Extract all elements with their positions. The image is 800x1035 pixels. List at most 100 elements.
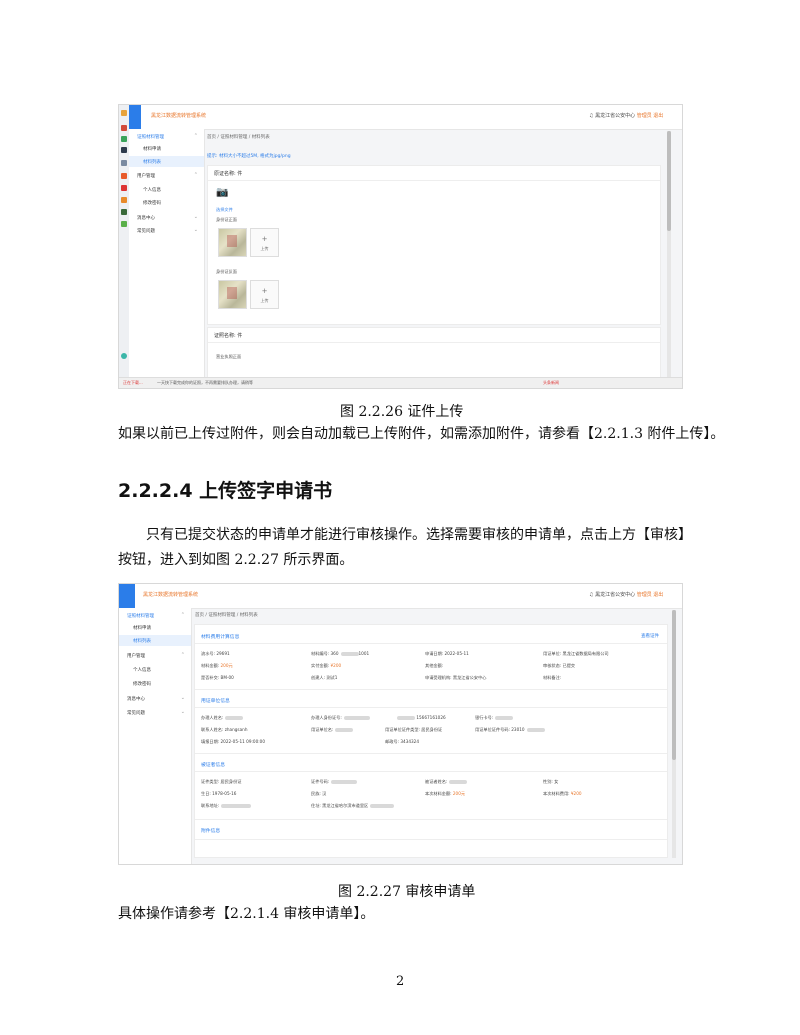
field-unit-id-no: 用证单位证件号码: 23010 xyxy=(475,727,545,733)
screenshot-upload: 黑龙江数据流转管理系统 ♫ 黑龙江省公安中心 管理员 退出 证照材料管理 ⌃ 材料… xyxy=(118,104,683,389)
menu-toggle-icon[interactable] xyxy=(119,584,135,608)
field-serial: 流水号: 29691 xyxy=(201,651,230,656)
card-title: 证照名称: 件 xyxy=(214,333,243,339)
upload-front-button[interactable]: + 上传 xyxy=(250,228,279,257)
nav-group-faq[interactable]: 常见问题 ⌄ xyxy=(129,225,204,236)
top-right-info: ♫ 黑龙江省公安中心 管理员 退出 xyxy=(589,112,663,119)
field-contact-name: 联系人姓名: zhangsanh xyxy=(201,727,248,732)
user-name[interactable]: 管理员 xyxy=(637,592,652,598)
app-icon xyxy=(121,125,127,131)
nav-item-apply[interactable]: 材料申请 xyxy=(129,143,204,154)
nav-group-materials[interactable]: 证照材料管理 ⌃ xyxy=(119,610,191,621)
star-icon xyxy=(121,110,127,116)
nav-group-faq[interactable]: 常见问题 ⌄ xyxy=(119,707,191,718)
id-back-thumbnail[interactable] xyxy=(218,280,247,309)
camera-icon[interactable]: 📷 xyxy=(216,187,228,198)
user-name[interactable]: 管理员 xyxy=(637,113,652,119)
paragraph-1: 如果以前已上传过附件，则会自动加载已上传附件，如需添加附件，请参看【2.2.1.… xyxy=(118,426,725,442)
field-subject-name: 被证者姓名: xyxy=(425,779,468,785)
paragraph-2-line-1: 只有已提交状态的申请单才能进行审核操作。选择需要审核的申请单，点击上方【审核】 xyxy=(146,527,692,543)
status-left: 正在下载... xyxy=(123,380,143,385)
field-id-type: 证件类型: 居民身份证 xyxy=(201,779,242,784)
nav-item-profile[interactable]: 个人信息 xyxy=(119,664,191,675)
breadcrumb: 首页 / 证照材料管理 / 材料列表 xyxy=(207,135,270,140)
nav-item-password[interactable]: 修改密码 xyxy=(129,197,204,208)
nav-item-password[interactable]: 修改密码 xyxy=(119,678,191,689)
app-icon xyxy=(121,221,127,227)
logout-link[interactable]: 退出 xyxy=(653,113,663,119)
field-creator: 创建人: 测试1 xyxy=(311,675,338,680)
nav-item-apply[interactable]: 材料申请 xyxy=(119,622,191,633)
app-title: 黑龙江数据流转管理系统 xyxy=(143,592,199,598)
field-apply-date: 申请日期: 2022-05-11 xyxy=(425,651,469,656)
app-icon xyxy=(121,173,127,179)
nav-group-materials[interactable]: 证照材料管理 ⌃ xyxy=(129,131,204,142)
nav-group-users[interactable]: 用户管理 ⌃ xyxy=(129,170,204,181)
nav-group-users[interactable]: 用户管理 ⌃ xyxy=(119,650,191,661)
bell-icon[interactable]: ♫ xyxy=(589,592,593,598)
app-icon xyxy=(121,185,127,191)
nav-item-list[interactable]: 材料列表 xyxy=(129,156,204,167)
field-fill-date: 填报日期: 2022-05-11 09:00:00 xyxy=(201,739,265,744)
field-paid-amount: 实付金额: ¥200 xyxy=(311,663,342,668)
logout-link[interactable]: 退出 xyxy=(653,592,663,598)
section-fee-title: 材料费用计算信息 xyxy=(201,635,240,640)
back-label: 身份证反面 xyxy=(216,269,237,274)
menu-toggle-icon[interactable] xyxy=(129,105,141,129)
field-current-amount: 本次材料金额: 200元 xyxy=(425,791,466,796)
field-accepting-org: 申请受理机构: 黑龙江省公安中心 xyxy=(425,675,487,680)
figure-caption-1: 图 2.2.26 证件上传 xyxy=(340,404,464,420)
card-title: 原证名称: 件 xyxy=(214,171,243,177)
upload-card: 原证名称: 件 📷 选择文件 身份证正面 + 上传 身份证反面 + 上传 xyxy=(207,165,661,325)
card-sub-label: 营业执照正面 xyxy=(216,354,242,359)
scrollbar[interactable] xyxy=(667,131,671,379)
screenshot-review: 黑龙江数据流转管理系统 ♫ 黑龙江省公安中心 管理员 退出 证照材料管理 ⌃ 材料… xyxy=(118,583,683,865)
top-bar: 黑龙江数据流转管理系统 ♫ 黑龙江省公安中心 管理员 退出 xyxy=(129,105,682,130)
field-material-amount: 材料金额: 200元 xyxy=(201,663,233,668)
paragraph-3: 具体操作请参考【2.2.1.4 审核申请单】。 xyxy=(118,906,375,922)
page-number: 2 xyxy=(396,974,405,989)
field-material-no: 材料编号: 360 1001 xyxy=(311,651,370,656)
field-residence: 住址: 黑龙江省哈尔滨市道里区 xyxy=(311,803,395,809)
nav-group-messages[interactable]: 消息中心 ⌄ xyxy=(119,693,191,704)
scrollbar[interactable] xyxy=(672,610,676,858)
field-id-number: 证件号码: xyxy=(311,779,358,785)
field-review-status: 审核状态: 已提交 xyxy=(543,663,576,668)
id-front-thumbnail[interactable] xyxy=(218,228,247,257)
app-icon xyxy=(121,197,127,203)
upload-back-button[interactable]: + 上传 xyxy=(250,280,279,309)
field-user-unit: 用证单位: 黑龙江省数据局有限公司 xyxy=(543,651,609,656)
paragraph-2-line-2: 按钮，进入到如图 2.2.27 所示界面。 xyxy=(118,552,354,568)
bell-icon[interactable]: ♫ xyxy=(589,113,593,119)
sidebar: 证照材料管理 ⌃ 材料申请 材料列表 用户管理 ⌃ 个人信息 修改密码 消息中心 ⌄ … xyxy=(129,129,205,388)
field-phone: 15667161026 xyxy=(395,715,446,720)
chat-icon[interactable] xyxy=(121,353,127,359)
field-birthday: 生日: 1978-05-16 xyxy=(201,791,237,796)
browser-status-bar: 正在下载... 一天快下载完成你的证照，不再需要排队办理，请稍等 头条新闻 xyxy=(119,377,682,388)
org-name: 黑龙江省公安中心 xyxy=(595,592,636,598)
front-label: 身份证正面 xyxy=(216,217,237,222)
app-title: 黑龙江数据流转管理系统 xyxy=(151,113,207,119)
nav-item-profile[interactable]: 个人信息 xyxy=(129,184,204,195)
nav-item-list[interactable]: 材料列表 xyxy=(119,635,191,646)
top-bar: 黑龙江数据流转管理系统 ♫ 黑龙江省公安中心 管理员 退出 xyxy=(119,584,682,609)
field-contact-address: 联系地址: xyxy=(201,803,252,809)
field-unit-name: 用证单位名: xyxy=(311,727,354,733)
app-icon xyxy=(121,136,127,142)
field-bank-card: 银行卡号: xyxy=(475,715,514,721)
top-right-info: ♫ 黑龙江省公安中心 管理员 退出 xyxy=(589,591,663,598)
section-attachment-title: 附件信息 xyxy=(201,829,221,834)
field-handler-name: 办理人姓名: xyxy=(201,715,244,721)
nav-group-messages[interactable]: 消息中心 ⌄ xyxy=(129,212,204,223)
org-name: 黑龙江省公安中心 xyxy=(595,113,636,119)
field-supplement: 是否补交: BM-00 xyxy=(201,675,234,680)
app-icon xyxy=(121,209,127,215)
status-right[interactable]: 头条新闻 xyxy=(543,380,559,386)
upload-notice: 提示: 材料大小不超过5M, 格式为jpg/png xyxy=(207,154,291,159)
view-certificate-link[interactable]: 查看证件 xyxy=(641,633,659,639)
field-unit-id-type: 用证单位证件类型: 居民身份证 xyxy=(385,727,443,732)
breadcrumb: 首页 / 证照材料管理 / 材料列表 xyxy=(195,613,258,618)
sidebar: 证照材料管理 ⌃ 材料申请 材料列表 用户管理 ⌃ 个人信息 修改密码 消息中心 ⌄ … xyxy=(119,608,192,864)
choose-file-label[interactable]: 选择文件 xyxy=(216,207,233,213)
field-other-amount: 其他金额: xyxy=(425,663,444,668)
